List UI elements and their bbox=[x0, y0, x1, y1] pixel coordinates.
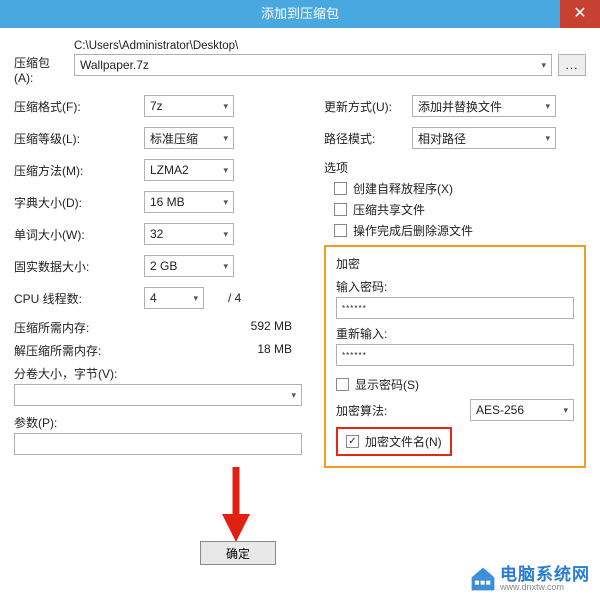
share-label: 压缩共享文件 bbox=[353, 201, 425, 218]
right-column: 更新方式(U): 添加并替换文件 ▾ 路径模式: 相对路径 ▾ 选项 创建自释放… bbox=[324, 95, 586, 468]
left-column: 压缩格式(F): 7z ▾ 压缩等级(L): 标准压缩 ▾ 压缩方法(M): L… bbox=[14, 95, 302, 468]
repeat-password-input[interactable]: ****** bbox=[336, 344, 574, 366]
chevron-down-icon: ▾ bbox=[223, 165, 228, 176]
update-value: 添加并替换文件 bbox=[418, 98, 502, 115]
algorithm-label: 加密算法: bbox=[336, 402, 387, 419]
password-input[interactable]: ****** bbox=[336, 297, 574, 319]
dialog-content: 压缩包(A): C:\Users\Administrator\Desktop\ … bbox=[0, 28, 600, 468]
solid-label: 固实数据大小: bbox=[14, 258, 144, 275]
encryption-section: 加密 输入密码: ****** 重新输入: ****** 显示密码(S) 加密算… bbox=[324, 245, 586, 468]
browse-button[interactable]: ... bbox=[558, 54, 586, 76]
level-value: 标准压缩 bbox=[150, 130, 198, 147]
chevron-down-icon: ▾ bbox=[223, 229, 228, 240]
ok-button[interactable]: 确定 bbox=[200, 541, 276, 565]
algorithm-select[interactable]: AES-256 ▾ bbox=[470, 399, 574, 421]
level-select[interactable]: 标准压缩 ▾ bbox=[144, 127, 234, 149]
split-input[interactable]: ▾ bbox=[14, 384, 302, 406]
chevron-down-icon: ▾ bbox=[223, 101, 228, 112]
show-password-label: 显示密码(S) bbox=[355, 376, 419, 393]
chevron-down-icon: ▾ bbox=[223, 197, 228, 208]
chevron-down-icon: ▾ bbox=[193, 293, 198, 304]
word-select[interactable]: 32 ▾ bbox=[144, 223, 234, 245]
annotation-arrow bbox=[216, 462, 256, 552]
show-password-checkbox[interactable] bbox=[336, 378, 349, 391]
ok-label: 确定 bbox=[226, 545, 250, 562]
chevron-down-icon: ▾ bbox=[563, 405, 568, 416]
dict-value: 16 MB bbox=[150, 195, 185, 209]
method-label: 压缩方法(M): bbox=[14, 162, 144, 179]
split-label: 分卷大小，字节(V): bbox=[14, 365, 302, 382]
archive-label: 压缩包(A): bbox=[14, 40, 66, 85]
encrypt-filename-label: 加密文件名(N) bbox=[365, 433, 442, 450]
params-input[interactable] bbox=[14, 433, 302, 455]
password-value: ****** bbox=[342, 304, 367, 313]
archive-row: 压缩包(A): C:\Users\Administrator\Desktop\ … bbox=[14, 40, 586, 85]
mem1-value: 592 MB bbox=[251, 319, 296, 336]
chevron-down-icon: ▾ bbox=[545, 101, 550, 112]
title-bar: 添加到压缩包 ✕ bbox=[0, 0, 600, 28]
params-label: 参数(P): bbox=[14, 414, 302, 431]
word-label: 单词大小(W): bbox=[14, 226, 144, 243]
cpu-label: CPU 线程数: bbox=[14, 290, 144, 307]
level-label: 压缩等级(L): bbox=[14, 130, 144, 147]
format-select[interactable]: 7z ▾ bbox=[144, 95, 234, 117]
encryption-title: 加密 bbox=[336, 255, 574, 272]
pathmode-select[interactable]: 相对路径 ▾ bbox=[412, 127, 556, 149]
password-label: 输入密码: bbox=[336, 278, 574, 295]
watermark-text: 电脑系统网 bbox=[500, 566, 590, 583]
pathmode-label: 路径模式: bbox=[324, 130, 412, 147]
chevron-down-icon: ▾ bbox=[541, 60, 546, 71]
method-select[interactable]: LZMA2 ▾ bbox=[144, 159, 234, 181]
sfx-checkbox[interactable] bbox=[334, 182, 347, 195]
pathmode-value: 相对路径 bbox=[418, 130, 466, 147]
update-select[interactable]: 添加并替换文件 ▾ bbox=[412, 95, 556, 117]
chevron-down-icon: ▾ bbox=[223, 261, 228, 272]
dict-select[interactable]: 16 MB ▾ bbox=[144, 191, 234, 213]
repeat-password-label: 重新输入: bbox=[336, 325, 574, 342]
cpu-select[interactable]: 4 ▾ bbox=[144, 287, 204, 309]
archive-filename-value: Wallpaper.7z bbox=[80, 58, 149, 72]
chevron-down-icon: ▾ bbox=[291, 390, 296, 401]
window-title: 添加到压缩包 bbox=[261, 6, 339, 21]
mem2-label: 解压缩所需内存: bbox=[14, 342, 101, 359]
word-value: 32 bbox=[150, 227, 163, 241]
browse-label: ... bbox=[565, 58, 578, 72]
mem2-value: 18 MB bbox=[257, 342, 296, 359]
mem1-label: 压缩所需内存: bbox=[14, 319, 89, 336]
share-checkbox[interactable] bbox=[334, 203, 347, 216]
watermark: 电脑系统网 www.dnxtw.com bbox=[470, 566, 590, 592]
archive-filename-input[interactable]: Wallpaper.7z ▾ bbox=[74, 54, 552, 76]
repeat-password-value: ****** bbox=[342, 351, 367, 360]
options-section: 选项 创建自释放程序(X) 压缩共享文件 操作完成后删除源文件 bbox=[324, 159, 586, 239]
close-icon: ✕ bbox=[573, 0, 586, 28]
cpu-total: / 4 bbox=[228, 291, 241, 305]
method-value: LZMA2 bbox=[150, 163, 189, 177]
options-title: 选项 bbox=[324, 159, 586, 176]
sfx-label: 创建自释放程序(X) bbox=[353, 180, 453, 197]
archive-path: C:\Users\Administrator\Desktop\ bbox=[74, 40, 586, 52]
update-label: 更新方式(U): bbox=[324, 98, 412, 115]
algorithm-value: AES-256 bbox=[476, 403, 524, 417]
solid-select[interactable]: 2 GB ▾ bbox=[144, 255, 234, 277]
chevron-down-icon: ▾ bbox=[545, 133, 550, 144]
encrypt-filename-highlight: 加密文件名(N) bbox=[336, 427, 452, 456]
close-button[interactable]: ✕ bbox=[560, 0, 600, 28]
encrypt-filename-checkbox[interactable] bbox=[346, 435, 359, 448]
delete-label: 操作完成后删除源文件 bbox=[353, 222, 473, 239]
archive-path-wrap: C:\Users\Administrator\Desktop\ Wallpape… bbox=[74, 40, 586, 76]
format-value: 7z bbox=[150, 99, 163, 113]
solid-value: 2 GB bbox=[150, 259, 177, 273]
house-icon bbox=[470, 566, 496, 592]
format-label: 压缩格式(F): bbox=[14, 98, 144, 115]
delete-checkbox[interactable] bbox=[334, 224, 347, 237]
cpu-value: 4 bbox=[150, 291, 157, 305]
watermark-url: www.dnxtw.com bbox=[500, 583, 590, 592]
chevron-down-icon: ▾ bbox=[223, 133, 228, 144]
dict-label: 字典大小(D): bbox=[14, 194, 144, 211]
